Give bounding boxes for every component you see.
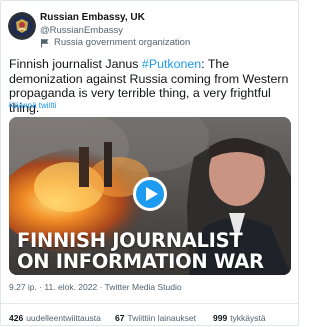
play-button[interactable] xyxy=(133,177,167,211)
tweet-card: Russian Embassy, UK @RussianEmbassy Russ… xyxy=(0,0,299,326)
flag-icon xyxy=(40,38,50,48)
hashtag-link[interactable]: #Putkonen xyxy=(142,57,201,71)
account-handle[interactable]: @RussianEmbassy xyxy=(40,25,123,36)
video-player[interactable]: FINNISH JOURNALIST ON INFORMATION WAR xyxy=(9,117,291,275)
avatar[interactable] xyxy=(8,12,36,40)
likes-count: 999 xyxy=(213,313,228,323)
likes-label: tykkäystä xyxy=(230,313,266,323)
video-headline-line1: FINNISH JOURNALIST xyxy=(17,229,243,252)
account-name[interactable]: Russian Embassy, UK xyxy=(40,12,145,23)
video-headline-line2: ON INFORMATION WAR xyxy=(17,250,264,273)
tweet-text-start: Finnish journalist Janus xyxy=(9,57,142,71)
embassy-emblem-icon xyxy=(8,12,36,40)
retweets-stat[interactable]: 426 uudelleentwiittausta xyxy=(9,313,101,323)
video-headline: FINNISH JOURNALIST ON INFORMATION WAR xyxy=(17,230,287,272)
tweet-timestamp[interactable]: 9.27 ip. · 11. elok. 2022 · Twitter Medi… xyxy=(9,282,182,292)
account-affiliation: Russia government organization xyxy=(40,37,190,48)
retweets-label: uudelleentwiittausta xyxy=(26,313,101,323)
likes-stat[interactable]: 999 tykkäystä xyxy=(213,313,266,323)
play-icon xyxy=(146,187,158,201)
translate-tweet-link[interactable]: Käännä twiitti xyxy=(9,101,57,110)
affiliation-label: Russia government organization xyxy=(54,37,191,48)
divider xyxy=(1,303,299,304)
quotes-stat[interactable]: 67 Twiittiin lainaukset xyxy=(115,313,196,323)
retweets-count: 426 xyxy=(9,313,24,323)
quotes-label: Twiittiin lainaukset xyxy=(127,313,196,323)
quotes-count: 67 xyxy=(115,313,125,323)
